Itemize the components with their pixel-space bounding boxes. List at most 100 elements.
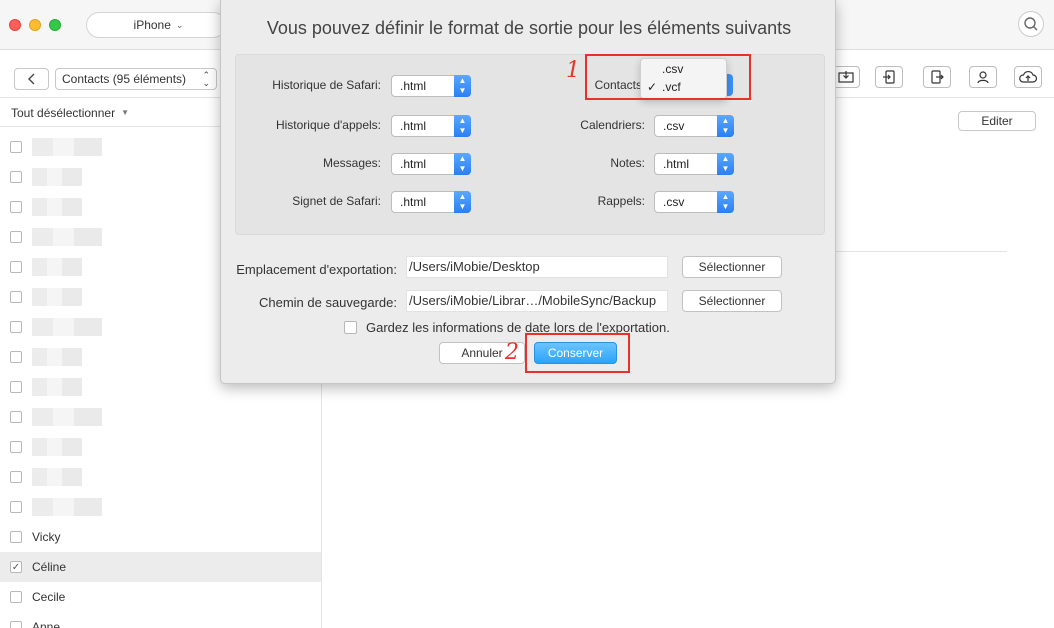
row-checkbox[interactable]: [10, 261, 22, 273]
safari-history-label: Historique de Safari:: [272, 78, 381, 92]
row-checkbox[interactable]: [10, 591, 22, 603]
redacted-contact-name: [32, 198, 82, 216]
close-window-button[interactable]: [9, 19, 21, 31]
back-button[interactable]: [14, 68, 49, 90]
select-value: .csv: [663, 119, 685, 133]
divider: [833, 251, 1007, 252]
updown-icon: ▲ ▼: [454, 115, 471, 137]
to-computer-button[interactable]: [832, 66, 860, 88]
call-history-label: Historique d'appels:: [275, 118, 381, 132]
annotation-box-step-2: [525, 333, 630, 373]
backup-path-field[interactable]: /Users/iMobie/Librar…/MobileSync/Backup: [406, 290, 668, 312]
row-checkbox[interactable]: [10, 441, 22, 453]
row-checkbox[interactable]: [10, 621, 22, 628]
notes-format-select[interactable]: .html ▲ ▼: [654, 153, 734, 175]
zoom-window-button[interactable]: [49, 19, 61, 31]
select-export-location-button[interactable]: Sélectionner: [682, 256, 782, 278]
safari-bookmarks-format-select[interactable]: .html ▲ ▼: [391, 191, 471, 213]
annotation-box-step-1: [585, 54, 751, 100]
search-button[interactable]: [1018, 11, 1044, 37]
list-item[interactable]: [0, 462, 321, 492]
redacted-contact-name: [32, 468, 82, 486]
upload-cloud-button[interactable]: [1014, 66, 1042, 88]
category-select[interactable]: Contacts (95 éléments) ⌃ ⌄: [55, 68, 217, 90]
select-value: .html: [400, 157, 427, 171]
row-checkbox[interactable]: [10, 471, 22, 483]
row-checkbox[interactable]: [10, 201, 22, 213]
row-checkbox[interactable]: [10, 321, 22, 333]
list-item[interactable]: ✓ Céline: [0, 552, 321, 582]
backup-path-label: Chemin de sauvegarde:: [258, 295, 397, 310]
list-item[interactable]: [0, 492, 321, 522]
select-value: .html: [400, 79, 427, 93]
redacted-contact-name: [32, 378, 82, 396]
keep-date-checkbox[interactable]: [344, 321, 357, 334]
edit-button[interactable]: Editer: [958, 111, 1036, 131]
contact-name: Cecile: [32, 590, 66, 604]
list-item[interactable]: [0, 432, 321, 462]
annotation-number-2: 2: [505, 340, 519, 365]
export-location-field[interactable]: /Users/iMobie/Desktop: [406, 256, 668, 278]
updown-icon: ▲ ▼: [717, 115, 734, 137]
chevron-down-icon: ⌄: [175, 19, 184, 30]
select-value: .html: [400, 195, 427, 209]
list-item[interactable]: [0, 402, 321, 432]
export-location-label: Emplacement d'exportation:: [236, 262, 397, 277]
messages-format-select[interactable]: .html ▲ ▼: [391, 153, 471, 175]
safari-bookmarks-label: Signet de Safari:: [292, 194, 381, 208]
deselect-all-label: Tout désélectionner: [11, 105, 116, 120]
annotation-number-1: 1: [566, 58, 580, 83]
contact-name: Vicky: [32, 530, 61, 544]
to-device-icon: [883, 70, 895, 84]
checkmark-icon: ✓: [11, 561, 21, 573]
redacted-contact-name: [32, 258, 82, 276]
device-selector[interactable]: iPhone ⌄: [86, 12, 226, 38]
contact-name: Anne: [32, 620, 61, 628]
to-computer-icon: [838, 71, 854, 83]
list-item[interactable]: Anne: [0, 612, 321, 628]
search-icon: [1024, 17, 1038, 31]
calendars-format-select[interactable]: .csv ▲ ▼: [654, 115, 734, 137]
list-item[interactable]: Cecile: [0, 582, 321, 612]
safari-history-format-select[interactable]: .html ▲ ▼: [391, 75, 471, 97]
row-checkbox[interactable]: [10, 171, 22, 183]
minimize-window-button[interactable]: [29, 19, 41, 31]
updown-icon: ▲ ▼: [717, 191, 734, 213]
row-checkbox[interactable]: ✓: [10, 561, 22, 573]
notes-label: Notes:: [610, 156, 645, 170]
row-checkbox[interactable]: [10, 351, 22, 363]
row-checkbox[interactable]: [10, 531, 22, 543]
updown-icon: ▲ ▼: [454, 191, 471, 213]
row-checkbox[interactable]: [10, 291, 22, 303]
reminders-format-select[interactable]: .csv ▲ ▼: [654, 191, 734, 213]
category-select-value: Contacts (95 éléments): [62, 72, 187, 86]
redacted-contact-name: [32, 168, 82, 186]
select-value: .html: [400, 119, 427, 133]
select-value: .csv: [663, 195, 685, 209]
row-checkbox[interactable]: [10, 231, 22, 243]
redacted-contact-name: [32, 288, 82, 306]
row-checkbox[interactable]: [10, 381, 22, 393]
row-checkbox[interactable]: [10, 501, 22, 513]
calendars-label: Calendriers:: [580, 118, 645, 132]
caret-down-icon: ▼: [121, 108, 129, 117]
updown-icon: ⌃ ⌄: [202, 70, 210, 88]
redacted-contact-name: [32, 408, 102, 426]
select-value: .html: [663, 157, 690, 171]
cloud-upload-icon: [1019, 71, 1038, 83]
to-device-button[interactable]: [875, 66, 903, 88]
reminders-label: Rappels:: [597, 194, 645, 208]
select-backup-path-button[interactable]: Sélectionner: [682, 290, 782, 312]
row-checkbox[interactable]: [10, 411, 22, 423]
redacted-contact-name: [32, 438, 82, 456]
redacted-contact-name: [32, 318, 102, 336]
device-name: iPhone: [133, 18, 171, 32]
export-button[interactable]: [923, 66, 951, 88]
updown-icon: ▲ ▼: [454, 75, 471, 97]
redacted-contact-name: [32, 348, 82, 366]
row-checkbox[interactable]: [10, 141, 22, 153]
add-contact-button[interactable]: [969, 66, 997, 88]
list-item[interactable]: Vicky: [0, 522, 321, 552]
call-history-format-select[interactable]: .html ▲ ▼: [391, 115, 471, 137]
updown-icon: ▲ ▼: [717, 153, 734, 175]
